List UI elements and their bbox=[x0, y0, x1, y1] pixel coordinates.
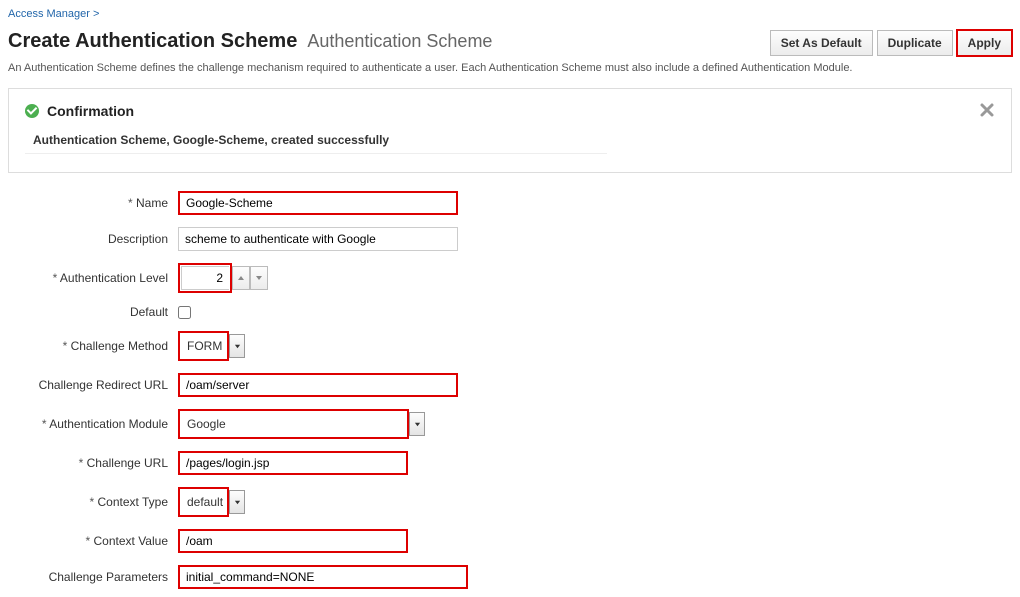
challenge-method-select[interactable]: FORM bbox=[181, 334, 226, 358]
confirmation-message: Authentication Scheme, Google-Scheme, cr… bbox=[25, 133, 607, 154]
form: * Name Description * Authentication Leve… bbox=[8, 191, 1012, 589]
duplicate-button[interactable]: Duplicate bbox=[877, 30, 953, 56]
context-type-label: Context Type bbox=[98, 495, 169, 509]
close-icon[interactable] bbox=[977, 101, 997, 121]
challenge-redirect-url-label: Challenge Redirect URL bbox=[39, 378, 168, 392]
description-input[interactable] bbox=[178, 227, 458, 251]
challenge-url-input[interactable] bbox=[178, 451, 408, 475]
header: Create Authentication Scheme Authenticat… bbox=[8, 30, 1012, 56]
page-subtitle: Authentication Scheme bbox=[307, 31, 492, 52]
challenge-url-label: Challenge URL bbox=[87, 456, 168, 470]
confirmation-title: Confirmation bbox=[47, 103, 134, 119]
auth-level-input[interactable] bbox=[181, 266, 229, 290]
challenge-params-input[interactable] bbox=[178, 565, 468, 589]
auth-level-label: Authentication Level bbox=[60, 271, 168, 285]
challenge-method-label: Challenge Method bbox=[71, 339, 168, 353]
auth-module-label: Authentication Module bbox=[49, 417, 168, 431]
challenge-params-label: Challenge Parameters bbox=[49, 570, 168, 584]
default-label: Default bbox=[130, 305, 168, 319]
description-label: Description bbox=[108, 232, 168, 246]
context-value-label: Context Value bbox=[94, 534, 169, 548]
breadcrumb-link[interactable]: Access Manager bbox=[8, 8, 90, 20]
auth-module-select[interactable]: Google bbox=[181, 412, 406, 436]
breadcrumb-sep: > bbox=[93, 8, 99, 20]
chevron-down-icon[interactable] bbox=[229, 334, 245, 358]
breadcrumb: Access Manager > bbox=[8, 8, 1012, 20]
name-label: Name bbox=[136, 196, 168, 210]
context-type-select[interactable]: default bbox=[181, 490, 226, 514]
stepper-down-icon[interactable] bbox=[250, 266, 268, 290]
chevron-down-icon[interactable] bbox=[409, 412, 425, 436]
set-as-default-button[interactable]: Set As Default bbox=[770, 30, 873, 56]
apply-button[interactable]: Apply bbox=[957, 30, 1012, 56]
button-row: Set As Default Duplicate Apply bbox=[770, 30, 1012, 56]
page-title: Create Authentication Scheme bbox=[8, 30, 297, 53]
default-checkbox[interactable] bbox=[178, 306, 191, 319]
name-input[interactable] bbox=[178, 191, 458, 215]
check-icon bbox=[25, 104, 39, 118]
context-value-input[interactable] bbox=[178, 529, 408, 553]
confirmation-panel: Confirmation Authentication Scheme, Goog… bbox=[8, 88, 1012, 173]
stepper-up-icon[interactable] bbox=[232, 266, 250, 290]
chevron-down-icon[interactable] bbox=[229, 490, 245, 514]
challenge-redirect-url-input[interactable] bbox=[178, 373, 458, 397]
page-description: An Authentication Scheme defines the cha… bbox=[8, 62, 1012, 74]
